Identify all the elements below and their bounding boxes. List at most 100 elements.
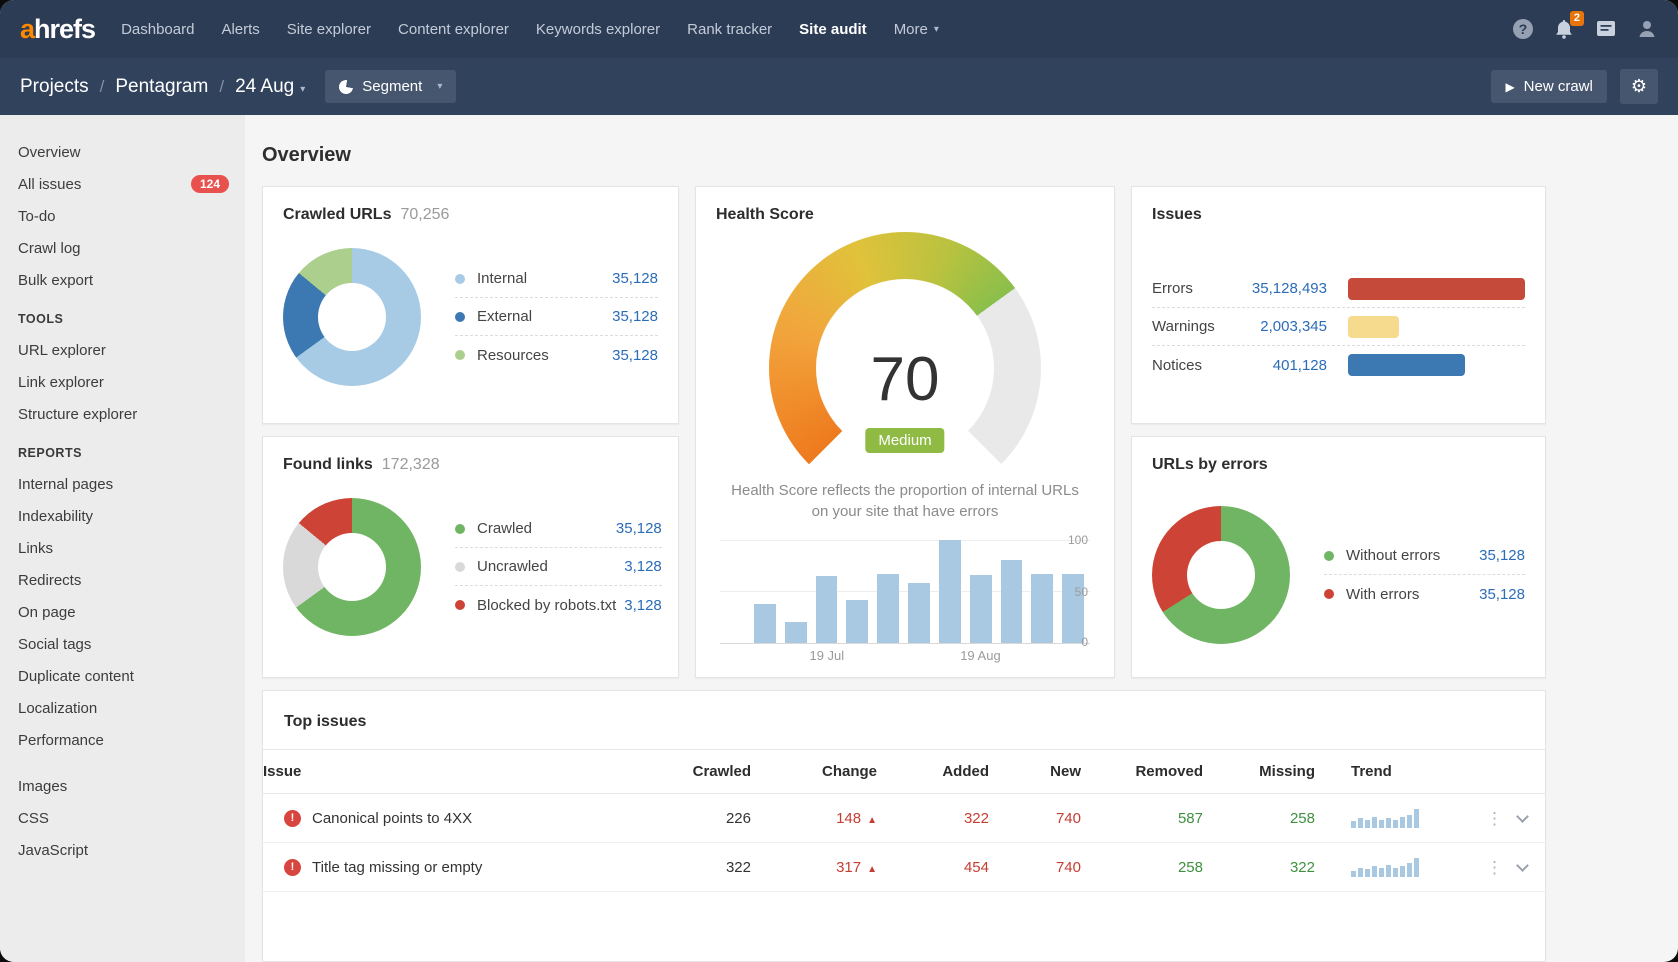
column-header-trend[interactable]: Trend: [1315, 750, 1467, 794]
main-content: Overview Crawled URLs 70,256 Internal35,…: [245, 115, 1678, 962]
sidebar-item-social-tags[interactable]: Social tags: [18, 628, 245, 660]
legend-value-link[interactable]: 3,128: [616, 597, 662, 614]
sidebar-item-url-explorer[interactable]: URL explorer: [18, 334, 245, 366]
notifications-button[interactable]: 2: [1552, 17, 1576, 41]
legend-value-link[interactable]: 35,128: [1471, 547, 1525, 564]
crawled-count-link[interactable]: 226: [726, 810, 751, 827]
nav-item-alerts[interactable]: Alerts: [221, 21, 259, 38]
sidebar-item-internal-pages[interactable]: Internal pages: [18, 468, 245, 500]
breadcrumb-projects[interactable]: Projects: [20, 76, 89, 98]
nav-item-keywords-explorer[interactable]: Keywords explorer: [536, 21, 660, 38]
issues-row-value-link[interactable]: 2,003,345: [1238, 318, 1348, 335]
legend-value-link[interactable]: 35,128: [604, 308, 658, 325]
play-icon: ▶: [1505, 80, 1514, 94]
chevron-down-icon[interactable]: [1516, 810, 1529, 823]
new-count-link[interactable]: 740: [1056, 859, 1081, 876]
removed-count-link[interactable]: 587: [1178, 810, 1203, 827]
legend-value-link[interactable]: 35,128: [608, 520, 662, 537]
change-count-link[interactable]: 317: [836, 859, 861, 876]
crawl-settings-button[interactable]: ⚙: [1620, 69, 1658, 104]
column-header-crawled[interactable]: Crawled: [633, 750, 751, 794]
found-links-legend: Crawled35,128Uncrawled3,128Blocked by ro…: [455, 510, 662, 624]
sidebar-item-overview[interactable]: Overview: [18, 136, 245, 168]
legend-value-link[interactable]: 35,128: [604, 270, 658, 287]
nav-item-site-audit[interactable]: Site audit: [799, 21, 867, 38]
new-count-link[interactable]: 740: [1056, 810, 1081, 827]
issue-link-title-tag-missing-or-empty[interactable]: !Title tag missing or empty: [263, 859, 633, 876]
sidebar-item-bulk-export[interactable]: Bulk export: [18, 264, 245, 296]
legend-value-link[interactable]: 3,128: [616, 558, 662, 575]
column-header-missing[interactable]: Missing: [1203, 750, 1315, 794]
nav-item-dashboard[interactable]: Dashboard: [121, 21, 194, 38]
help-icon[interactable]: ?: [1513, 19, 1533, 39]
legend-label: Internal: [477, 270, 527, 287]
column-header-change[interactable]: Change: [751, 750, 877, 794]
kebab-menu-icon[interactable]: ⋮: [1486, 859, 1503, 876]
nav-item-rank-tracker[interactable]: Rank tracker: [687, 21, 772, 38]
issues-row-label: Errors: [1152, 280, 1238, 297]
health-score-value: 70: [716, 344, 1094, 415]
change-count-link[interactable]: 148: [836, 810, 861, 827]
issues-title-row: Issues: [1152, 206, 1525, 224]
issue-link-canonical-points-to-4xx[interactable]: !Canonical points to 4XX: [263, 810, 633, 827]
sidebar-item-link-explorer[interactable]: Link explorer: [18, 366, 245, 398]
sidebar-item-css[interactable]: CSS: [18, 802, 245, 834]
sidebar-item-to-do[interactable]: To-do: [18, 200, 245, 232]
y-axis-tick-0: 0: [1081, 635, 1088, 649]
trend-sparkline[interactable]: [1351, 853, 1419, 877]
legend-value-link[interactable]: 35,128: [604, 347, 658, 364]
sidebar-item-label: Social tags: [18, 636, 91, 653]
sidebar-item-on-page[interactable]: On page: [18, 596, 245, 628]
sidebar-item-links[interactable]: Links: [18, 532, 245, 564]
nav-item-label: Keywords explorer: [536, 21, 660, 38]
sidebar-item-images[interactable]: Images: [18, 770, 245, 802]
missing-count-link[interactable]: 322: [1290, 859, 1315, 876]
issues-row-value-link[interactable]: 35,128,493: [1238, 280, 1348, 297]
kebab-menu-icon[interactable]: ⋮: [1486, 810, 1503, 827]
crawled-count: 322: [633, 843, 751, 892]
sidebar-item-crawl-log[interactable]: Crawl log: [18, 232, 245, 264]
crawled-urls-card: Crawled URLs 70,256 Internal35,128Extern…: [262, 186, 679, 424]
column-header-removed[interactable]: Removed: [1081, 750, 1203, 794]
column-header-issue[interactable]: Issue: [263, 750, 633, 794]
added-count-link[interactable]: 454: [964, 859, 989, 876]
new-crawl-button[interactable]: ▶ New crawl: [1491, 70, 1606, 103]
sidebar-item-duplicate-content[interactable]: Duplicate content: [18, 660, 245, 692]
legend-label: External: [477, 308, 532, 325]
sidebar-item-performance[interactable]: Performance: [18, 724, 245, 756]
nav-item-more[interactable]: More▾: [894, 21, 939, 38]
crawl-date-dropdown[interactable]: 24 Aug▾: [235, 76, 305, 98]
sidebar-item-redirects[interactable]: Redirects: [18, 564, 245, 596]
nav-item-site-explorer[interactable]: Site explorer: [287, 21, 371, 38]
history-bar-4: [846, 600, 868, 643]
legend-dot-external: [455, 312, 465, 322]
removed-count-link[interactable]: 258: [1178, 859, 1203, 876]
segment-dropdown-button[interactable]: Segment ▾: [325, 70, 456, 103]
column-header-new[interactable]: New: [989, 750, 1081, 794]
account-button[interactable]: [1636, 18, 1658, 40]
avatar-icon: [1636, 18, 1658, 40]
missing-count-link[interactable]: 258: [1290, 810, 1315, 827]
issues-row-value-link[interactable]: 401,128: [1238, 357, 1348, 374]
issues-row-label: Warnings: [1152, 318, 1238, 335]
trend-sparkline[interactable]: [1351, 804, 1419, 828]
history-bar-6: [908, 583, 930, 643]
sidebar-item-all-issues[interactable]: All issues124: [18, 168, 245, 200]
sidebar-item-javascript[interactable]: JavaScript: [18, 834, 245, 866]
sparkline-bar: [1407, 863, 1412, 877]
chevron-down-icon[interactable]: [1516, 859, 1529, 872]
ahrefs-logo[interactable]: ahrefs: [20, 14, 95, 45]
breadcrumb-project-name[interactable]: Pentagram: [115, 76, 208, 98]
column-header-added[interactable]: Added: [877, 750, 989, 794]
legend-value-link[interactable]: 35,128: [1471, 586, 1525, 603]
sparkline-bar: [1407, 815, 1412, 828]
added-count-link[interactable]: 322: [964, 810, 989, 827]
feedback-button[interactable]: [1595, 19, 1617, 39]
sidebar-item-localization[interactable]: Localization: [18, 692, 245, 724]
sidebar-item-structure-explorer[interactable]: Structure explorer: [18, 398, 245, 430]
crawled-count-link[interactable]: 322: [726, 859, 751, 876]
sidebar-item-indexability[interactable]: Indexability: [18, 500, 245, 532]
removed-count: 587: [1081, 794, 1203, 843]
nav-item-content-explorer[interactable]: Content explorer: [398, 21, 509, 38]
urls-by-errors-legend: Without errors35,128With errors35,128: [1324, 537, 1525, 613]
